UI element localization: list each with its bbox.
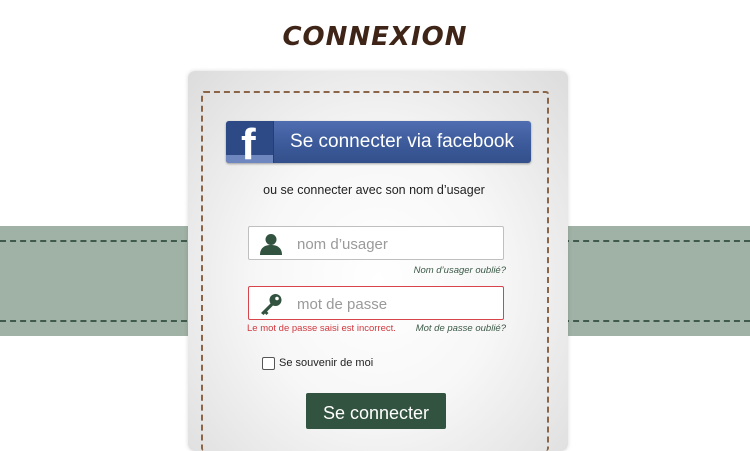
forgot-username-link[interactable]: Nom d’usager oublié? bbox=[414, 265, 506, 276]
login-card: f Se connecter via facebook ou se connec… bbox=[188, 71, 568, 451]
user-icon bbox=[260, 234, 282, 255]
facebook-login-button[interactable]: f Se connecter via facebook bbox=[226, 121, 531, 163]
page-title: CONNEXION bbox=[282, 22, 468, 52]
key-icon bbox=[261, 294, 282, 315]
facebook-icon: f bbox=[226, 121, 274, 163]
facebook-f-glyph: f bbox=[241, 121, 256, 164]
facebook-login-label: Se connecter via facebook bbox=[290, 131, 514, 152]
password-field[interactable] bbox=[248, 286, 504, 320]
remember-me-checkbox[interactable] bbox=[262, 357, 275, 370]
username-field[interactable] bbox=[248, 226, 504, 260]
alternative-login-text: ou se connecter avec son nom d’usager bbox=[263, 183, 485, 197]
password-input[interactable] bbox=[295, 292, 499, 316]
remember-me-label: Se souvenir de moi bbox=[279, 357, 374, 369]
password-error-message: Le mot de passe saisi est incorrect. bbox=[247, 323, 396, 334]
forgot-password-link[interactable]: Mot de passe oublié? bbox=[416, 323, 506, 334]
username-input[interactable] bbox=[295, 232, 499, 256]
login-submit-button[interactable]: Se connecter bbox=[306, 393, 446, 429]
